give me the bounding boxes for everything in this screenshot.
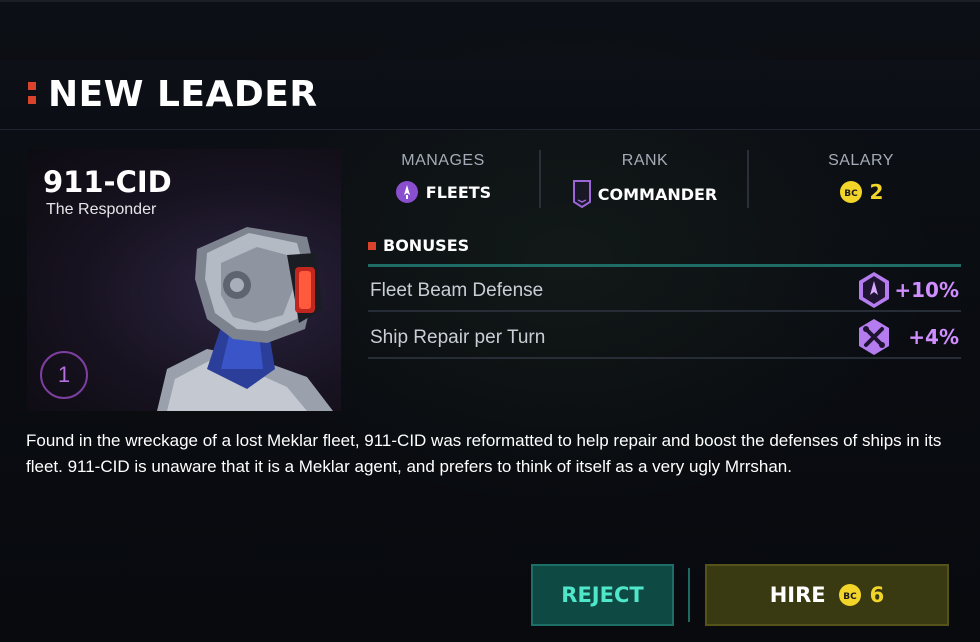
stat-rank-label: RANK: [621, 152, 669, 169]
reject-button[interactable]: REJECT: [531, 564, 674, 626]
beam-defense-hex-icon: [857, 271, 891, 314]
stat-manages: MANAGES FLEETS: [380, 152, 506, 204]
bonus-row: Fleet Beam Defense +10%: [368, 267, 961, 312]
bonus-row: Ship Repair per Turn +4%: [368, 314, 961, 359]
bc-currency-icon: BC: [838, 583, 862, 607]
stat-rank: RANK COMMANDER: [570, 152, 720, 208]
robot-leader-portrait: [157, 227, 333, 411]
title-accent-mark: [28, 82, 36, 110]
bonus-label: Ship Repair per Turn: [370, 327, 546, 348]
bc-currency-icon: BC: [839, 180, 863, 204]
bonuses-heading: BONUSES: [368, 236, 469, 255]
bonuses-heading-label: BONUSES: [383, 236, 470, 255]
leader-name: 911-CID: [43, 165, 172, 199]
hire-button[interactable]: HIRE BC 6: [705, 564, 949, 626]
stat-divider: [747, 150, 749, 208]
hire-button-label: HIRE: [769, 583, 826, 607]
stat-salary-label: SALARY: [828, 152, 894, 169]
stat-salary: SALARY BC 2: [800, 152, 922, 204]
new-leader-dialog: NEW LEADER 911-CID The Responder 1 MANAG…: [0, 0, 980, 642]
stat-manages-label: MANAGES: [401, 152, 485, 169]
stat-rank-value: COMMANDER: [597, 184, 718, 204]
stat-salary-value: 2: [869, 180, 884, 204]
dialog-title: NEW LEADER: [48, 74, 318, 115]
stat-manages-value: FLEETS: [425, 182, 492, 202]
reject-button-label: REJECT: [561, 583, 644, 607]
button-separator: [688, 568, 690, 622]
bc-currency-icon-text: BC: [844, 189, 858, 199]
bonus-value: +10%: [894, 278, 959, 302]
repair-tools-hex-icon: [857, 318, 891, 361]
leader-description: Found in the wreckage of a lost Meklar f…: [26, 431, 942, 476]
hire-bc-icon-text: BC: [843, 592, 857, 602]
rank-chevron-icon: [572, 180, 591, 208]
bonuses-accent-mark: [368, 241, 376, 250]
fleet-icon: [395, 180, 419, 204]
dialog-header: NEW LEADER: [0, 60, 980, 130]
leader-level-badge: 1: [40, 351, 88, 399]
hire-cost: 6: [869, 583, 885, 607]
stat-divider: [539, 150, 541, 208]
bonus-label: Fleet Beam Defense: [370, 280, 544, 301]
leader-portrait-card: 911-CID The Responder 1: [27, 149, 341, 411]
leader-subtitle: The Responder: [46, 201, 157, 218]
bonus-value: +4%: [908, 325, 959, 349]
